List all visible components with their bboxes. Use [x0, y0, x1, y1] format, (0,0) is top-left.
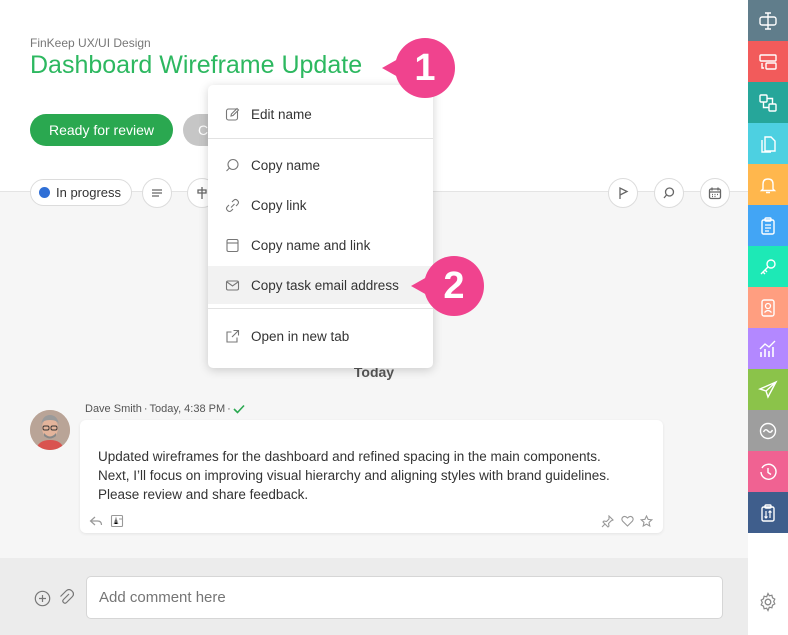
star-button[interactable] [638, 513, 654, 529]
key-icon [760, 258, 776, 274]
calendar-button[interactable] [700, 178, 730, 208]
rail-item-files[interactable] [748, 123, 788, 164]
pencil-icon [223, 105, 241, 123]
pin-button[interactable] [599, 513, 615, 529]
menu-item-label: Open in new tab [251, 328, 350, 344]
lines-icon [152, 189, 162, 197]
check-icon [233, 404, 245, 414]
rail-item-analytics[interactable] [748, 328, 788, 369]
search-icon [223, 156, 241, 174]
rail-item-keys[interactable] [748, 246, 788, 287]
link-icon [223, 196, 241, 214]
flag-icon [619, 186, 629, 199]
star-icon [639, 514, 653, 527]
card-icon [223, 236, 241, 254]
menu-item-copy-name-and-link[interactable]: Copy name and link [208, 226, 433, 264]
page-title[interactable]: Dashboard Wireframe Update [30, 51, 362, 80]
callout-badge-1: 1 [382, 38, 455, 98]
rail-item-text[interactable] [748, 0, 788, 41]
comment-meta: Dave Smith · Today, 4:38 PM · [85, 403, 245, 415]
comment-author[interactable]: Dave Smith [85, 403, 142, 415]
title-context-menu: Edit name Copy name Copy link Copy name … [208, 85, 433, 368]
clock-icon [760, 463, 777, 480]
menu-item-label: Copy link [251, 197, 307, 213]
menu-item-label: Copy task email address [251, 277, 399, 293]
envelope-icon [223, 276, 241, 294]
rail-item-notifications[interactable] [748, 164, 788, 205]
bell-icon [759, 177, 777, 193]
plus-circle-icon [34, 590, 50, 606]
signpost-icon [197, 187, 207, 199]
comment-input[interactable] [86, 576, 723, 619]
menu-item-copy-name[interactable]: Copy name [208, 146, 433, 184]
translate-button[interactable] [109, 513, 125, 529]
search-button[interactable] [654, 178, 684, 208]
menu-divider [208, 138, 433, 139]
breadcrumb[interactable]: FinKeep UX/UI Design [30, 36, 151, 50]
avatar[interactable] [30, 410, 70, 450]
menu-divider [208, 308, 433, 309]
layout-icon [759, 53, 777, 70]
rail-item-history[interactable] [748, 451, 788, 492]
comment-time: Today, 4:38 PM [149, 403, 226, 415]
text-cursor-icon [759, 11, 777, 30]
rail-item-layout[interactable] [748, 41, 788, 82]
status-dot [39, 187, 50, 198]
translate-icon [110, 514, 124, 528]
callout-badge-2: 2 [411, 256, 484, 316]
menu-item-edit-name[interactable]: Edit name [208, 95, 433, 133]
calendar-icon [708, 187, 722, 200]
clipboard-icon [761, 216, 775, 235]
attach-button[interactable] [57, 589, 75, 607]
status-badge[interactable]: In progress [30, 179, 133, 206]
pin-icon [601, 514, 614, 528]
gear-icon [760, 592, 776, 612]
avatar-portrait [30, 410, 70, 450]
hierarchy-icon [759, 93, 777, 112]
status-label: In progress [56, 185, 122, 200]
meta-dot: · [143, 403, 148, 415]
comment-text-line: Next, I’ll focus on improving visual hie… [98, 468, 610, 483]
heart-icon [620, 515, 634, 527]
rail-item-clipboard[interactable] [748, 205, 788, 246]
add-button[interactable] [33, 589, 51, 607]
contact-card-icon [761, 298, 775, 317]
wave-circle-icon [759, 422, 777, 439]
ready-for-review-button[interactable]: Ready for review [30, 114, 173, 146]
rail-item-transfer[interactable] [748, 492, 788, 533]
reply-icon [89, 516, 103, 526]
description-button[interactable] [142, 178, 172, 208]
rail-item-activity[interactable] [748, 410, 788, 451]
rail-item-structure[interactable] [748, 82, 788, 123]
flag-button[interactable] [608, 178, 638, 208]
menu-item-label: Edit name [251, 106, 312, 122]
menu-item-label: Copy name [251, 157, 321, 173]
settings-button[interactable] [758, 592, 778, 612]
rail-item-contacts[interactable] [748, 287, 788, 328]
paperclip-icon [60, 589, 74, 604]
transfer-clipboard-icon [761, 503, 775, 522]
files-icon [761, 135, 776, 153]
paper-plane-icon [758, 380, 778, 399]
search-icon [663, 187, 675, 199]
rail-item-send[interactable] [748, 369, 788, 410]
menu-item-open-new-tab[interactable]: Open in new tab [208, 317, 433, 355]
reply-button[interactable] [88, 513, 104, 529]
comment-text-line: Please review and share feedback. [98, 487, 309, 502]
menu-item-copy-task-email[interactable]: Copy task email address [208, 266, 433, 304]
like-button[interactable] [619, 513, 635, 529]
chart-icon [759, 340, 776, 357]
comment-card: Updated wireframes for the dashboard and… [80, 420, 663, 533]
menu-item-copy-link[interactable]: Copy link [208, 186, 433, 224]
external-link-icon [223, 327, 241, 345]
menu-item-label: Copy name and link [251, 237, 371, 253]
comment-text-line: Updated wireframes for the dashboard and… [98, 449, 601, 464]
meta-dot: · [227, 403, 231, 415]
